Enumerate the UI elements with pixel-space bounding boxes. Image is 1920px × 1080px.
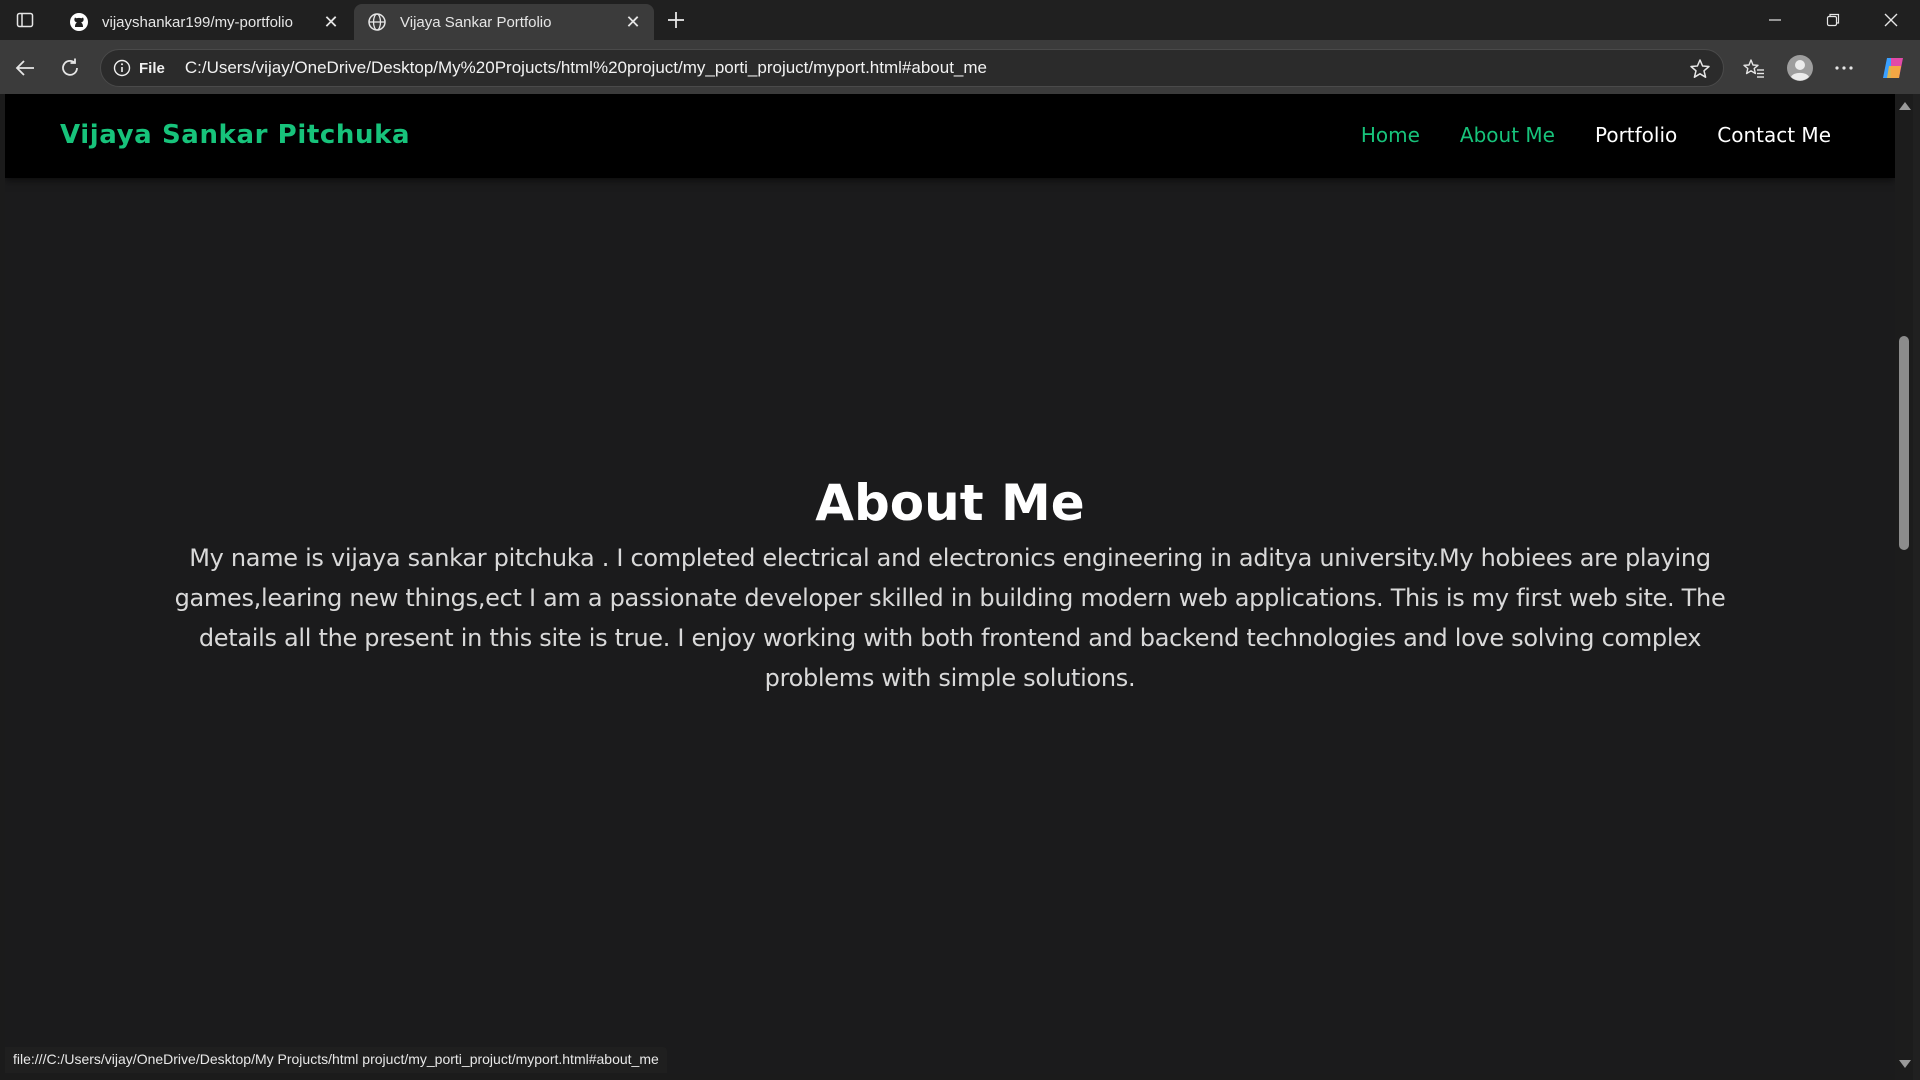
nav-link-about-me[interactable]: About Me — [1460, 123, 1555, 147]
scroll-down-arrow-icon[interactable] — [1899, 1060, 1911, 1068]
nav-link-home[interactable]: Home — [1361, 123, 1420, 147]
browser-tab-bar: vijayshankar199/my-portfolio ✕ Vijaya Sa… — [0, 0, 1920, 40]
info-icon — [113, 59, 131, 77]
window-close-icon[interactable] — [1862, 0, 1920, 40]
back-icon[interactable] — [8, 51, 42, 85]
new-tab-icon[interactable] — [662, 6, 690, 34]
site-nav: Home About Me Portfolio Contact Me — [1361, 123, 1831, 147]
site-info-button[interactable]: File — [113, 59, 165, 77]
about-text: My name is vijaya sankar pitchuka . I co… — [174, 544, 1726, 692]
favorite-star-icon[interactable] — [1689, 58, 1711, 80]
profile-avatar-icon[interactable] — [1783, 51, 1817, 85]
about-section: About Me My name is vijaya sankar pitchu… — [5, 474, 1895, 698]
refresh-icon[interactable] — [53, 51, 87, 85]
tab-actions-icon[interactable] — [10, 7, 40, 33]
tab-title: Vijaya Sankar Portfolio — [400, 13, 552, 31]
site-info-label: File — [139, 59, 165, 77]
github-icon — [68, 11, 90, 33]
page-viewport: Vijaya Sankar Pitchuka Home About Me Por… — [5, 94, 1895, 1074]
close-icon[interactable]: ✕ — [622, 11, 644, 33]
page-scrollbar[interactable] — [1895, 94, 1913, 1080]
site-brand[interactable]: Vijaya Sankar Pitchuka — [60, 120, 410, 150]
favorites-icon[interactable] — [1737, 51, 1771, 85]
minimize-icon[interactable] — [1746, 0, 1804, 40]
tab-github[interactable]: vijayshankar199/my-portfolio ✕ — [56, 4, 352, 40]
scroll-thumb[interactable] — [1899, 336, 1909, 550]
more-options-icon[interactable] — [1827, 51, 1861, 85]
tab-portfolio[interactable]: Vijaya Sankar Portfolio ✕ — [354, 4, 654, 40]
close-icon[interactable]: ✕ — [320, 11, 342, 33]
scroll-up-arrow-icon[interactable] — [1899, 102, 1911, 110]
restore-icon[interactable] — [1804, 0, 1862, 40]
copilot-icon[interactable] — [1876, 51, 1910, 85]
url-text[interactable]: C:/Users/vijay/OneDrive/Desktop/My%20Pro… — [185, 58, 987, 78]
address-bar[interactable]: File C:/Users/vijay/OneDrive/Desktop/My%… — [100, 49, 1724, 87]
tab-title: vijayshankar199/my-portfolio — [102, 13, 293, 31]
window-edge — [1913, 94, 1920, 1080]
about-heading: About Me — [815, 474, 1085, 532]
nav-link-portfolio[interactable]: Portfolio — [1595, 123, 1677, 147]
status-bar-url: file:///C:/Users/vijay/OneDrive/Desktop/… — [5, 1047, 667, 1073]
nav-link-contact-me[interactable]: Contact Me — [1717, 123, 1831, 147]
site-navbar: Vijaya Sankar Pitchuka Home About Me Por… — [5, 94, 1895, 178]
browser-toolbar: File C:/Users/vijay/OneDrive/Desktop/My%… — [0, 40, 1920, 94]
globe-icon — [366, 11, 388, 33]
